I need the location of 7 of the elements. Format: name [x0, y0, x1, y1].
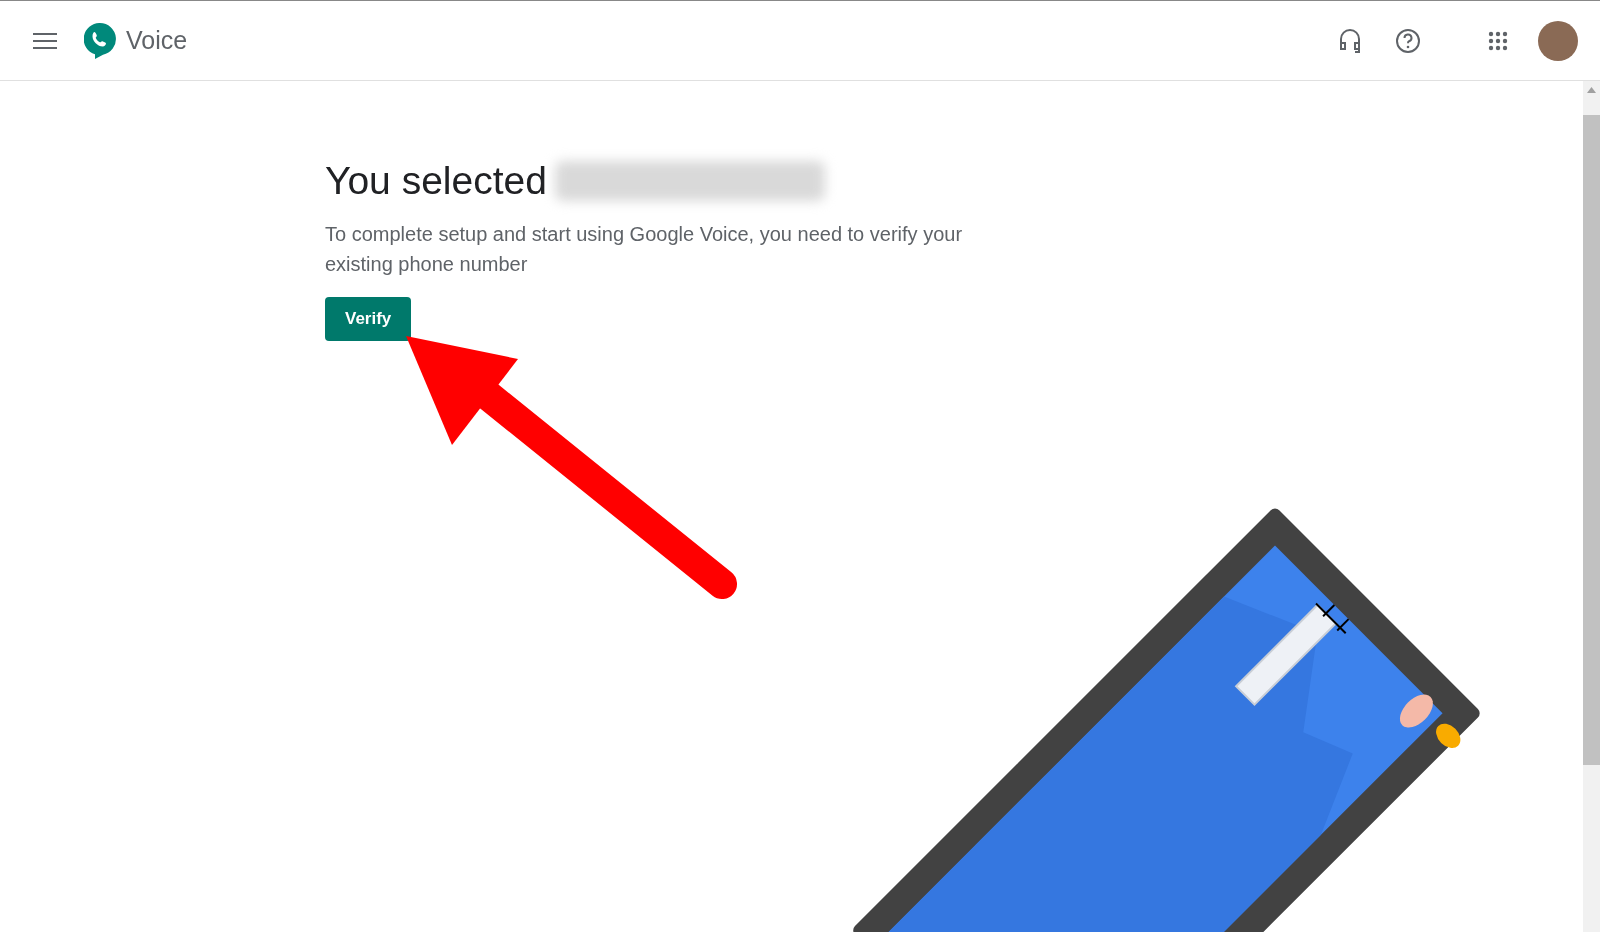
app-name: Voice [126, 26, 188, 55]
verify-button[interactable]: Verify [325, 297, 412, 341]
scrollbar-thumb[interactable] [1583, 115, 1600, 765]
description: To complete setup and start using Google Voice, you need to verify your existing phone number [325, 222, 964, 277]
avatar[interactable] [1538, 20, 1578, 61]
heading: You selected [325, 159, 547, 203]
phone-bubble-logo-icon [84, 22, 116, 59]
